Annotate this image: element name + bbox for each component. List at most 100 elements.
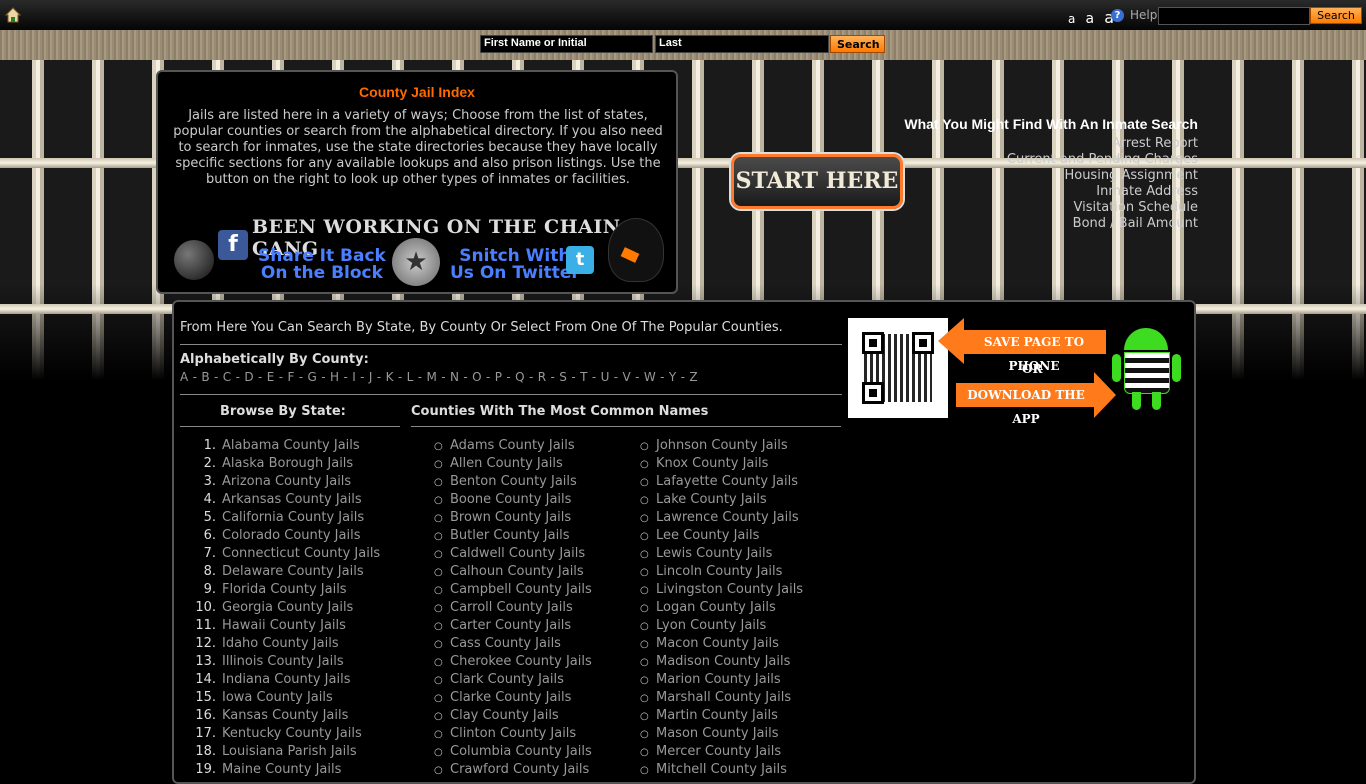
state-link[interactable]: Kansas County Jails	[222, 708, 348, 723]
letter-link[interactable]: N	[450, 370, 459, 384]
letter-link[interactable]: B	[201, 370, 210, 384]
county-link[interactable]: Lafayette County Jails	[656, 474, 798, 489]
county-link[interactable]: Logan County Jails	[656, 600, 776, 615]
find-item: Visitation Schedule	[1073, 200, 1198, 215]
county-link[interactable]: Clinton County Jails	[450, 726, 576, 741]
first-name-input[interactable]: First Name or Initial	[480, 35, 653, 53]
county-link[interactable]: Carroll County Jails	[450, 600, 573, 615]
state-link[interactable]: Hawaii County Jails	[222, 618, 346, 633]
letter-link[interactable]: M	[427, 370, 438, 384]
letter-link[interactable]: W	[644, 370, 656, 384]
state-link[interactable]: Florida County Jails	[222, 582, 347, 597]
state-link[interactable]: Illinois County Jails	[222, 654, 344, 669]
county-link[interactable]: Clay County Jails	[450, 708, 559, 723]
letter-link[interactable]: G	[308, 370, 318, 384]
county-link[interactable]: Butler County Jails	[450, 528, 570, 543]
county-link[interactable]: Lake County Jails	[656, 492, 767, 507]
county-link[interactable]: Clarke County Jails	[450, 690, 571, 705]
site-search-input[interactable]	[1158, 7, 1310, 25]
site-search-button[interactable]: Search	[1310, 7, 1362, 24]
county-link[interactable]: Brown County Jails	[450, 510, 571, 525]
county-link[interactable]: Campbell County Jails	[450, 582, 592, 597]
county-link[interactable]: Cherokee County Jails	[450, 654, 592, 669]
state-link[interactable]: Georgia County Jails	[222, 600, 353, 615]
county-list-item: ○ Lawrence County Jails	[640, 509, 803, 527]
facebook-icon[interactable]: f	[218, 230, 248, 260]
letter-link[interactable]: A	[180, 370, 189, 384]
letter-link[interactable]: E	[267, 370, 275, 384]
home-icon[interactable]	[5, 7, 21, 23]
letter-link[interactable]: D	[244, 370, 254, 384]
share-facebook-link[interactable]: Share It Back On the Block	[258, 248, 386, 282]
inmate-search-button[interactable]: Search	[830, 35, 885, 53]
state-link[interactable]: Louisiana Parish Jails	[222, 744, 357, 759]
county-link[interactable]: Livingston County Jails	[656, 582, 803, 597]
county-link[interactable]: Cass County Jails	[450, 636, 561, 651]
county-link[interactable]: Lawrence County Jails	[656, 510, 799, 525]
state-link[interactable]: Idaho County Jails	[222, 636, 339, 651]
bullet-icon: ○	[434, 441, 443, 452]
download-app-button[interactable]: DOWNLOAD THE APP	[956, 372, 1116, 426]
state-number: 19.	[195, 762, 216, 777]
state-link[interactable]: California County Jails	[222, 510, 364, 525]
letter-link[interactable]: K	[386, 370, 394, 384]
qr-code[interactable]	[848, 318, 948, 418]
twitter-link[interactable]: Snitch With Us On Twitter	[450, 248, 580, 282]
county-link[interactable]: Martin County Jails	[656, 708, 778, 723]
state-link[interactable]: Kentucky County Jails	[222, 726, 362, 741]
county-link[interactable]: Johnson County Jails	[656, 438, 788, 453]
county-link[interactable]: Columbia County Jails	[450, 744, 592, 759]
county-link[interactable]: Macon County Jails	[656, 636, 779, 651]
county-link[interactable]: Lincoln County Jails	[656, 564, 782, 579]
county-link[interactable]: Calhoun County Jails	[450, 564, 584, 579]
twitter-icon[interactable]: t	[566, 246, 594, 274]
help-icon[interactable]: ?	[1111, 9, 1124, 22]
letter-link[interactable]: V	[623, 370, 632, 384]
state-link[interactable]: Iowa County Jails	[222, 690, 333, 705]
state-link[interactable]: Arkansas County Jails	[222, 492, 362, 507]
font-small-button[interactable]: a	[1068, 12, 1075, 26]
county-link[interactable]: Boone County Jails	[450, 492, 571, 507]
county-link[interactable]: Clark County Jails	[450, 672, 564, 687]
county-link[interactable]: Marion County Jails	[656, 672, 781, 687]
county-link[interactable]: Lyon County Jails	[656, 618, 766, 633]
letter-link[interactable]: L	[407, 370, 414, 384]
state-link[interactable]: Maine County Jails	[222, 762, 341, 777]
letter-link[interactable]: T	[580, 370, 588, 384]
state-link[interactable]: Colorado County Jails	[222, 528, 360, 543]
county-link[interactable]: Lee County Jails	[656, 528, 759, 543]
help-link[interactable]: Help	[1130, 8, 1157, 22]
county-link[interactable]: Caldwell County Jails	[450, 546, 585, 561]
state-link[interactable]: Alabama County Jails	[222, 438, 360, 453]
letter-link[interactable]: Y	[669, 370, 677, 384]
letter-link[interactable]: F	[287, 370, 294, 384]
county-link[interactable]: Madison County Jails	[656, 654, 790, 669]
county-link[interactable]: Lewis County Jails	[656, 546, 772, 561]
font-medium-button[interactable]: a	[1085, 11, 1094, 27]
letter-link[interactable]: S	[559, 370, 567, 384]
county-link[interactable]: Knox County Jails	[656, 456, 768, 471]
android-inmate-icon[interactable]	[1112, 324, 1184, 414]
save-page-to-phone-button[interactable]: SAVE PAGE TO PHONE	[938, 318, 1106, 373]
state-link[interactable]: Connecticut County Jails	[222, 546, 380, 561]
county-link[interactable]: Adams County Jails	[450, 438, 575, 453]
county-link[interactable]: Mercer County Jails	[656, 744, 781, 759]
state-link[interactable]: Delaware County Jails	[222, 564, 364, 579]
county-link[interactable]: Crawford County Jails	[450, 762, 589, 777]
state-link[interactable]: Arizona County Jails	[222, 474, 351, 489]
letter-link[interactable]: Z	[689, 370, 698, 384]
start-here-button[interactable]: START HERE	[731, 154, 903, 209]
letter-link[interactable]: O	[472, 370, 482, 384]
county-link[interactable]: Carter County Jails	[450, 618, 571, 633]
letter-link[interactable]: Q	[515, 370, 525, 384]
county-link[interactable]: Marshall County Jails	[656, 690, 791, 705]
county-link[interactable]: Allen County Jails	[450, 456, 563, 471]
county-link[interactable]: Mitchell County Jails	[656, 762, 787, 777]
last-name-input[interactable]: Last	[655, 35, 829, 53]
county-link[interactable]: Mason County Jails	[656, 726, 779, 741]
letter-link[interactable]: H	[330, 370, 339, 384]
county-link[interactable]: Benton County Jails	[450, 474, 577, 489]
state-link[interactable]: Alaska Borough Jails	[222, 456, 353, 471]
letter-link[interactable]: U	[601, 370, 610, 384]
state-link[interactable]: Indiana County Jails	[222, 672, 350, 687]
